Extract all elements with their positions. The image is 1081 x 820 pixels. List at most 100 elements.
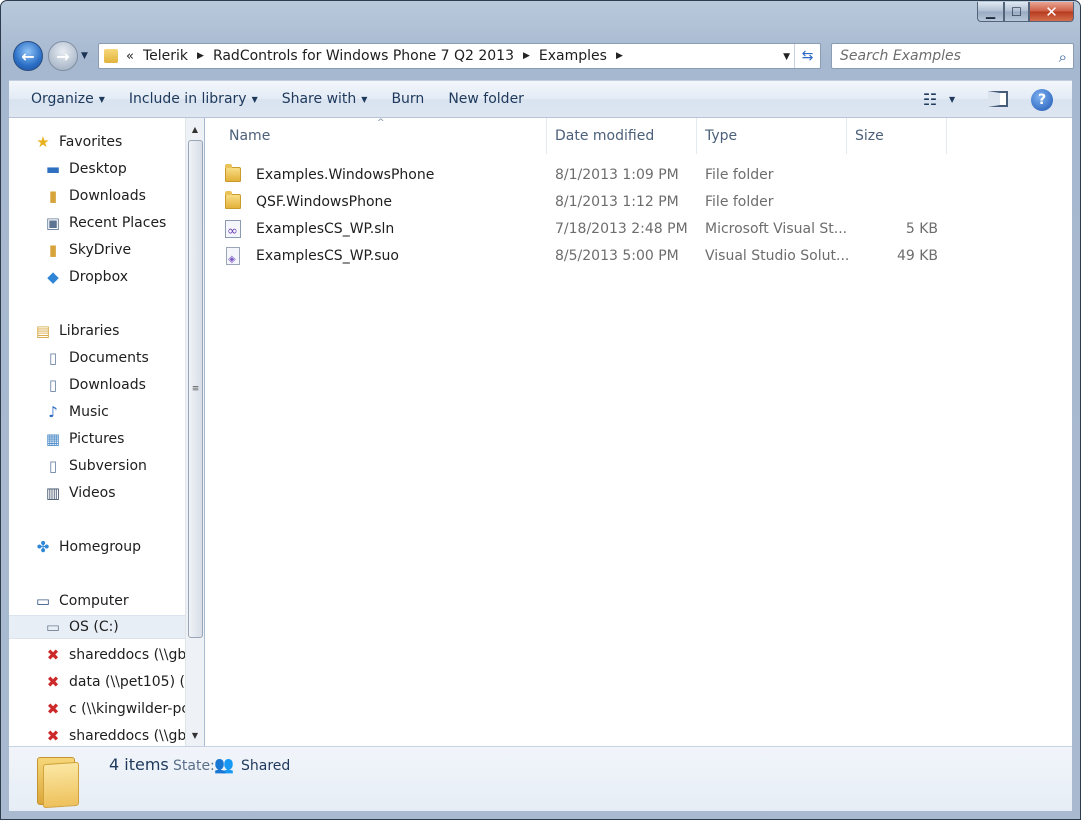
close-button[interactable]: ✕ <box>1029 2 1074 22</box>
search-box[interactable]: ⌕ <box>831 43 1074 69</box>
minimize-button[interactable]: ▁ <box>977 2 1004 22</box>
forward-arrow-icon: → <box>56 46 70 66</box>
visual-studio-suo-icon <box>223 246 243 266</box>
file-size: 5 KB <box>905 220 938 237</box>
nav-label: SkyDrive <box>69 242 132 258</box>
file-row[interactable]: QSF.WindowsPhone 8/1/2013 1:12 PM File f… <box>223 188 1053 215</box>
file-type: File folder <box>705 166 774 183</box>
file-date: 8/1/2013 1:12 PM <box>555 193 679 210</box>
homegroup-icon: ✤ <box>36 538 50 556</box>
address-bar[interactable]: « Telerik ▶ RadControls for Windows Phon… <box>98 43 821 69</box>
breadcrumb-radcontrols[interactable]: RadControls for Windows Phone 7 Q2 2013 <box>213 48 514 64</box>
include-in-library-menu[interactable]: Include in library ▼ <box>117 91 270 107</box>
file-name: ExamplesCS_WP.sln <box>256 220 395 237</box>
scroll-down-button[interactable]: ▼ <box>186 726 204 744</box>
nav-network-drive[interactable]: ✖ shareddocs (\\gb <box>9 643 185 667</box>
address-history-dropdown[interactable]: ▼ <box>783 52 790 62</box>
search-input[interactable] <box>840 45 1040 67</box>
nav-music[interactable]: ♪ Music <box>9 400 185 424</box>
item-count: 4 items <box>109 755 169 774</box>
view-options-dropdown[interactable]: ▼ <box>949 95 955 104</box>
nav-libraries[interactable]: ▤ Libraries <box>9 319 185 343</box>
navigation-scrollbar[interactable]: ▲ ≡ ▼ <box>185 118 204 746</box>
recent-pages-dropdown[interactable]: ▼ <box>81 51 88 61</box>
nav-skydrive[interactable]: ▮ SkyDrive <box>9 238 185 262</box>
nav-label: Libraries <box>59 323 120 339</box>
nav-network-drive[interactable]: ✖ data (\\pet105) (\ <box>9 670 185 694</box>
breadcrumb-separator[interactable]: ▶ <box>197 51 204 61</box>
refresh-button[interactable]: ⇆ <box>794 44 820 68</box>
share-with-menu[interactable]: Share with ▼ <box>270 91 380 107</box>
scroll-thumb[interactable]: ≡ <box>188 140 203 638</box>
state-label: State: <box>173 758 215 774</box>
folder-icon <box>223 191 243 212</box>
nav-pictures[interactable]: ▦ Pictures <box>9 427 185 451</box>
file-type: File folder <box>705 193 774 210</box>
nav-drive-c[interactable]: ▭ OS (C:) <box>9 615 185 639</box>
change-view-icon[interactable]: ☷ <box>919 89 941 109</box>
disconnected-drive-icon: ✖ <box>46 673 60 691</box>
skydrive-folder-icon: ▮ <box>48 241 58 259</box>
back-button[interactable]: ← <box>13 41 43 71</box>
nav-computer[interactable]: ▭ Computer <box>9 589 185 613</box>
nav-label: shareddocs (\\gb <box>69 647 185 663</box>
file-type: Microsoft Visual St... <box>705 220 848 237</box>
organize-label: Organize <box>31 91 94 107</box>
breadcrumb-examples[interactable]: Examples <box>539 48 607 64</box>
preview-pane-icon[interactable] <box>987 89 1009 109</box>
computer-icon: ▭ <box>35 592 51 610</box>
file-date: 7/18/2013 2:48 PM <box>555 220 688 237</box>
help-icon[interactable]: ? <box>1031 89 1053 111</box>
maximize-button[interactable]: ☐ <box>1004 2 1029 22</box>
organize-menu[interactable]: Organize ▼ <box>19 91 117 107</box>
scroll-up-button[interactable]: ▲ <box>186 120 204 138</box>
nav-homegroup[interactable]: ✤ Homegroup <box>9 535 185 559</box>
column-type[interactable]: Type <box>697 118 847 154</box>
nav-label: c (\\kingwilder-pc <box>69 701 185 717</box>
nav-network-drive[interactable]: ✖ c (\\kingwilder-pc <box>9 697 185 721</box>
disconnected-drive-icon: ✖ <box>46 727 60 745</box>
sort-ascending-icon: ^ <box>377 118 385 128</box>
breadcrumb-separator[interactable]: ▶ <box>616 51 623 61</box>
new-folder-button[interactable]: New folder <box>436 91 536 107</box>
nav-recent-places[interactable]: ▣ Recent Places <box>9 211 185 235</box>
breadcrumb-telerik[interactable]: Telerik <box>143 48 188 64</box>
nav-network-drive[interactable]: ✖ shareddocs (\\gb <box>9 724 185 746</box>
file-date: 8/5/2013 5:00 PM <box>555 247 679 264</box>
caption-buttons: ▁ ☐ ✕ <box>977 2 1074 22</box>
nav-videos[interactable]: ▥ Videos <box>9 481 185 505</box>
nav-desktop[interactable]: ▬ Desktop <box>9 157 185 181</box>
folder-icon <box>223 164 243 185</box>
file-row[interactable]: ExamplesCS_WP.sln 7/18/2013 2:48 PM Micr… <box>223 215 1053 242</box>
breadcrumb-separator[interactable]: ▶ <box>523 51 530 61</box>
back-arrow-icon: ← <box>21 46 35 66</box>
column-size[interactable]: Size <box>847 118 947 154</box>
file-size: 49 KB <box>896 247 938 264</box>
command-bar: Organize ▼ Include in library ▼ Share with… <box>9 80 1072 118</box>
file-name: QSF.WindowsPhone <box>256 193 393 210</box>
nav-subversion[interactable]: ▯ Subversion <box>9 454 185 478</box>
search-icon[interactable]: ⌕ <box>1059 48 1067 66</box>
nav-label: Desktop <box>69 161 127 177</box>
disconnected-drive-icon: ✖ <box>46 700 60 718</box>
column-date-modified[interactable]: Date modified <box>547 118 697 154</box>
nav-favorites[interactable]: ★ Favorites <box>9 130 185 154</box>
chevron-down-icon: ▼ <box>361 94 368 104</box>
nav-dropbox[interactable]: ◆ Dropbox <box>9 265 185 289</box>
navigation-row: ← → ▼ « Telerik ▶ RadControls for Window… <box>11 40 1074 72</box>
breadcrumb-overflow[interactable]: « <box>126 49 134 64</box>
library-downloads-icon: ▯ <box>48 376 58 394</box>
nav-library-downloads[interactable]: ▯ Downloads <box>9 373 185 397</box>
nav-documents[interactable]: ▯ Documents <box>9 346 185 370</box>
nav-label: data (\\pet105) (\ <box>69 674 185 690</box>
folder-large-icon <box>37 753 81 809</box>
refresh-icon: ⇆ <box>801 48 814 64</box>
forward-button[interactable]: → <box>48 41 78 71</box>
state-value: Shared <box>241 758 291 774</box>
navigation-pane: ★ Favorites ▬ Desktop ▮ Downloads ▣ Rece… <box>9 118 185 746</box>
file-row[interactable]: ExamplesCS_WP.suo 8/5/2013 5:00 PM Visua… <box>223 242 1053 269</box>
burn-button[interactable]: Burn <box>379 91 436 107</box>
file-row[interactable]: Examples.WindowsPhone 8/1/2013 1:09 PM F… <box>223 161 1053 188</box>
nav-downloads[interactable]: ▮ Downloads <box>9 184 185 208</box>
disconnected-drive-icon: ✖ <box>46 646 60 664</box>
